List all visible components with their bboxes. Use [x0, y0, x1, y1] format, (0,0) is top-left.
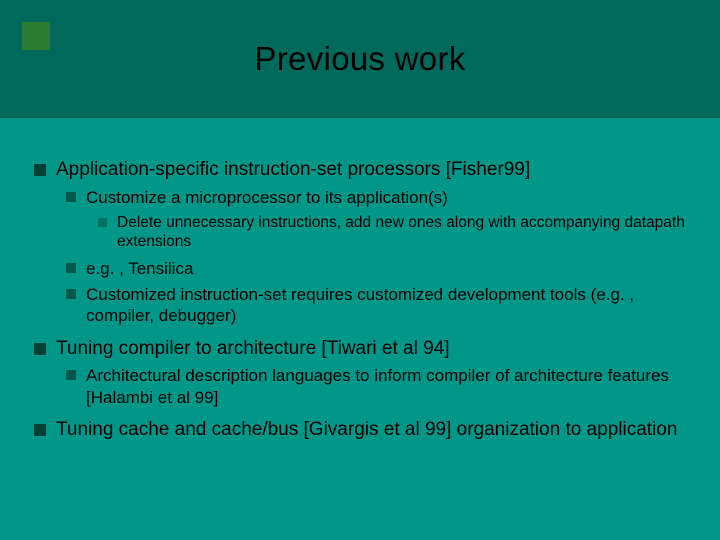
- bullet-square-icon: [66, 289, 76, 299]
- bullet-square-icon: [66, 192, 76, 202]
- bullet-level1: Application-specific instruction-set pro…: [34, 158, 686, 182]
- bullet-level2: e.g. , Tensilica: [34, 258, 686, 279]
- sub-bullet-group: Architectural description languages to i…: [34, 365, 686, 408]
- bullet-level2: Customized instruction-set requires cust…: [34, 284, 686, 327]
- bullet-text: Customized instruction-set requires cust…: [86, 284, 686, 327]
- slide-title: Previous work: [254, 40, 465, 78]
- bullet-text: e.g. , Tensilica: [86, 258, 686, 279]
- slide-content: Application-specific instruction-set pro…: [0, 118, 720, 457]
- sub-bullet-group: Delete unnecessary instructions, add new…: [34, 213, 686, 252]
- bullet-level2: Architectural description languages to i…: [34, 365, 686, 408]
- bullet-text: Architectural description languages to i…: [86, 365, 686, 408]
- bullet-square-icon: [66, 370, 76, 380]
- bullet-text: Tuning cache and cache/bus [Givargis et …: [56, 418, 686, 442]
- bullet-level1: Tuning compiler to architecture [Tiwari …: [34, 337, 686, 361]
- bullet-level2: Customize a microprocessor to its applic…: [34, 187, 686, 208]
- bullet-square-icon: [34, 164, 46, 176]
- bullet-text: Application-specific instruction-set pro…: [56, 158, 686, 182]
- bullet-level3: Delete unnecessary instructions, add new…: [34, 213, 686, 252]
- sub-bullet-group: Customize a microprocessor to its applic…: [34, 187, 686, 327]
- bullet-text: Customize a microprocessor to its applic…: [86, 187, 686, 208]
- bullet-square-icon: [66, 263, 76, 273]
- title-accent-square: [22, 22, 50, 50]
- bullet-square-icon: [34, 424, 46, 436]
- bullet-square-icon: [34, 343, 46, 355]
- bullet-level1: Tuning cache and cache/bus [Givargis et …: [34, 418, 686, 442]
- bullet-text: Tuning compiler to architecture [Tiwari …: [56, 337, 686, 361]
- title-bar: Previous work: [0, 0, 720, 118]
- bullet-text: Delete unnecessary instructions, add new…: [117, 213, 686, 252]
- bullet-square-icon: [98, 218, 107, 227]
